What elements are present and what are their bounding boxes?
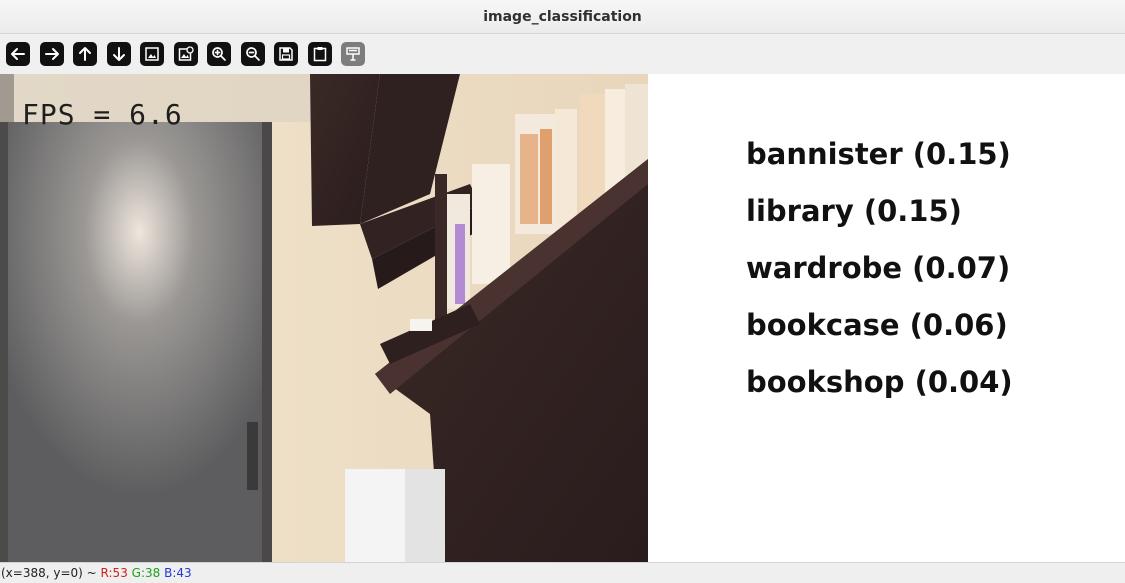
pixel-blue-value: B:43 bbox=[164, 566, 192, 580]
save-icon bbox=[279, 47, 293, 61]
pan-right-button[interactable] bbox=[40, 42, 64, 66]
fps-label: FPS = 6.6 bbox=[22, 98, 183, 131]
arrow-left-icon bbox=[11, 48, 25, 60]
zoom-in-icon bbox=[212, 47, 226, 61]
copy-button[interactable] bbox=[308, 42, 332, 66]
status-bar: (x=388, y=0) ~ R:53 G:38 B:43 bbox=[0, 562, 1125, 583]
properties-button[interactable] bbox=[341, 42, 365, 66]
arrow-down-icon bbox=[113, 47, 125, 61]
zoom-fit-button[interactable] bbox=[140, 42, 164, 66]
image-view: FPS = 6.6 bannister (0.15) library (0.15… bbox=[0, 74, 1125, 562]
pixel-red-value: R:53 bbox=[100, 566, 128, 580]
zoom-actual-icon bbox=[178, 46, 194, 61]
zoom-out-button[interactable] bbox=[241, 42, 265, 66]
window-title: image_classification bbox=[483, 8, 642, 25]
arrow-right-icon bbox=[45, 48, 59, 60]
classification-results: bannister (0.15) library (0.15) wardrobe… bbox=[746, 134, 1106, 419]
toolbar bbox=[0, 34, 1125, 75]
pan-left-button[interactable] bbox=[6, 42, 30, 66]
properties-icon bbox=[346, 47, 360, 61]
result-item: bookcase (0.06) bbox=[746, 308, 1008, 342]
save-button[interactable] bbox=[274, 42, 298, 66]
pan-down-button[interactable] bbox=[107, 42, 131, 66]
result-item: bookshop (0.04) bbox=[746, 365, 1013, 399]
result-item: bannister (0.15) bbox=[746, 137, 1011, 171]
zoom-actual-button[interactable] bbox=[174, 42, 198, 66]
camera-image bbox=[0, 74, 648, 562]
pan-up-button[interactable] bbox=[73, 42, 97, 66]
title-bar: image_classification bbox=[0, 0, 1125, 34]
copy-clipboard-icon bbox=[313, 47, 327, 62]
arrow-up-icon bbox=[79, 47, 91, 61]
camera-frame[interactable]: FPS = 6.6 bbox=[0, 74, 648, 562]
pixel-green-value: G:38 bbox=[131, 566, 161, 580]
zoom-in-button[interactable] bbox=[207, 42, 231, 66]
result-item: wardrobe (0.07) bbox=[746, 251, 1011, 285]
zoom-fit-icon bbox=[145, 47, 159, 61]
cursor-coords: (x=388, y=0) ~ bbox=[1, 566, 97, 580]
result-item: library (0.15) bbox=[746, 194, 962, 228]
zoom-out-icon bbox=[246, 47, 260, 61]
